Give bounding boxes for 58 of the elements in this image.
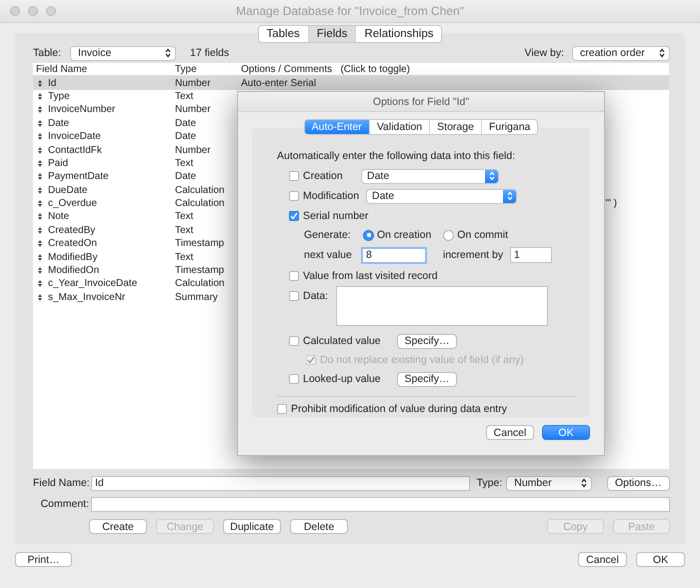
field-name: CreatedOn: [48, 238, 97, 250]
field-name: c_Overdue: [48, 198, 97, 210]
type-label: Type:: [476, 477, 502, 490]
field-name: Date: [48, 118, 70, 129]
field-type: Text: [175, 252, 194, 263]
field-type: Text: [175, 90, 194, 102]
window-title: Manage Database for "Invoice_from Chen": [236, 4, 464, 18]
field-name: DueDate: [48, 184, 88, 196]
field-name: ContactIdFk: [48, 144, 102, 156]
field-type: Number: [175, 104, 212, 116]
field-type: Summary: [175, 292, 219, 303]
field-name: Id: [48, 78, 56, 89]
intro-text: Automatically enter the following data into this field:: [277, 150, 516, 164]
field-type: Text: [175, 224, 194, 236]
field-name: Paid: [48, 158, 68, 169]
field-type: Date: [175, 118, 198, 129]
radio-label: On commit: [457, 229, 508, 241]
option-label: Serial number: [303, 210, 368, 222]
field-name: InvoiceDate: [48, 131, 101, 142]
field-name: c_Year_InvoiceDate: [48, 278, 138, 290]
dialog-title: Options for Field "Id": [372, 96, 470, 108]
field-name-label: Field Name:: [33, 477, 89, 490]
radio-label: On creation: [377, 229, 432, 241]
field-type: Timestamp: [175, 238, 226, 250]
field-name: CreatedBy: [48, 224, 96, 236]
option-label: Prohibit modification of value during data entry: [291, 403, 507, 415]
view-by-label: View by:: [524, 47, 564, 60]
option-label: Value from last visited record: [303, 270, 438, 282]
field-type: Date: [175, 171, 198, 182]
generate-label: Generate:: [304, 229, 352, 241]
field-name: ModifiedOn: [48, 265, 100, 276]
comment-label: Comment:: [40, 498, 89, 510]
field-name: Note: [48, 211, 70, 222]
field-type: Date: [175, 131, 198, 142]
field-name: PaymentDate: [48, 171, 109, 182]
field-type: Number: [175, 144, 212, 156]
option-label: Creation: [303, 170, 344, 182]
field-type: Calculation: [175, 184, 226, 196]
field-type: Timestamp: [175, 265, 226, 276]
option-label: Looked-up value: [303, 373, 382, 385]
table-label: Table:: [33, 47, 62, 60]
option-label: Modification: [303, 190, 360, 202]
next-value-label: next value: [304, 249, 353, 261]
field-type: Text: [175, 158, 194, 169]
option-label: Do not replace existing value of field (if any): [320, 354, 524, 366]
option-label: Calculated value: [303, 335, 382, 347]
field-name: ModifiedBy: [48, 252, 98, 263]
field-type: Number: [175, 78, 212, 89]
field-type: Calculation: [175, 198, 226, 210]
field-name: InvoiceNumber: [48, 104, 116, 116]
option-label: Data:: [303, 290, 330, 302]
field-type: Text: [175, 211, 194, 222]
increment-label: increment by: [443, 249, 504, 261]
field-type: Calculation: [175, 278, 226, 290]
field-count: 17 fields: [190, 47, 230, 60]
field-name: Type: [48, 90, 70, 102]
field-name: s_Max_InvoiceNr: [48, 292, 126, 303]
field-options: Auto-enter Serial: [241, 78, 669, 89]
